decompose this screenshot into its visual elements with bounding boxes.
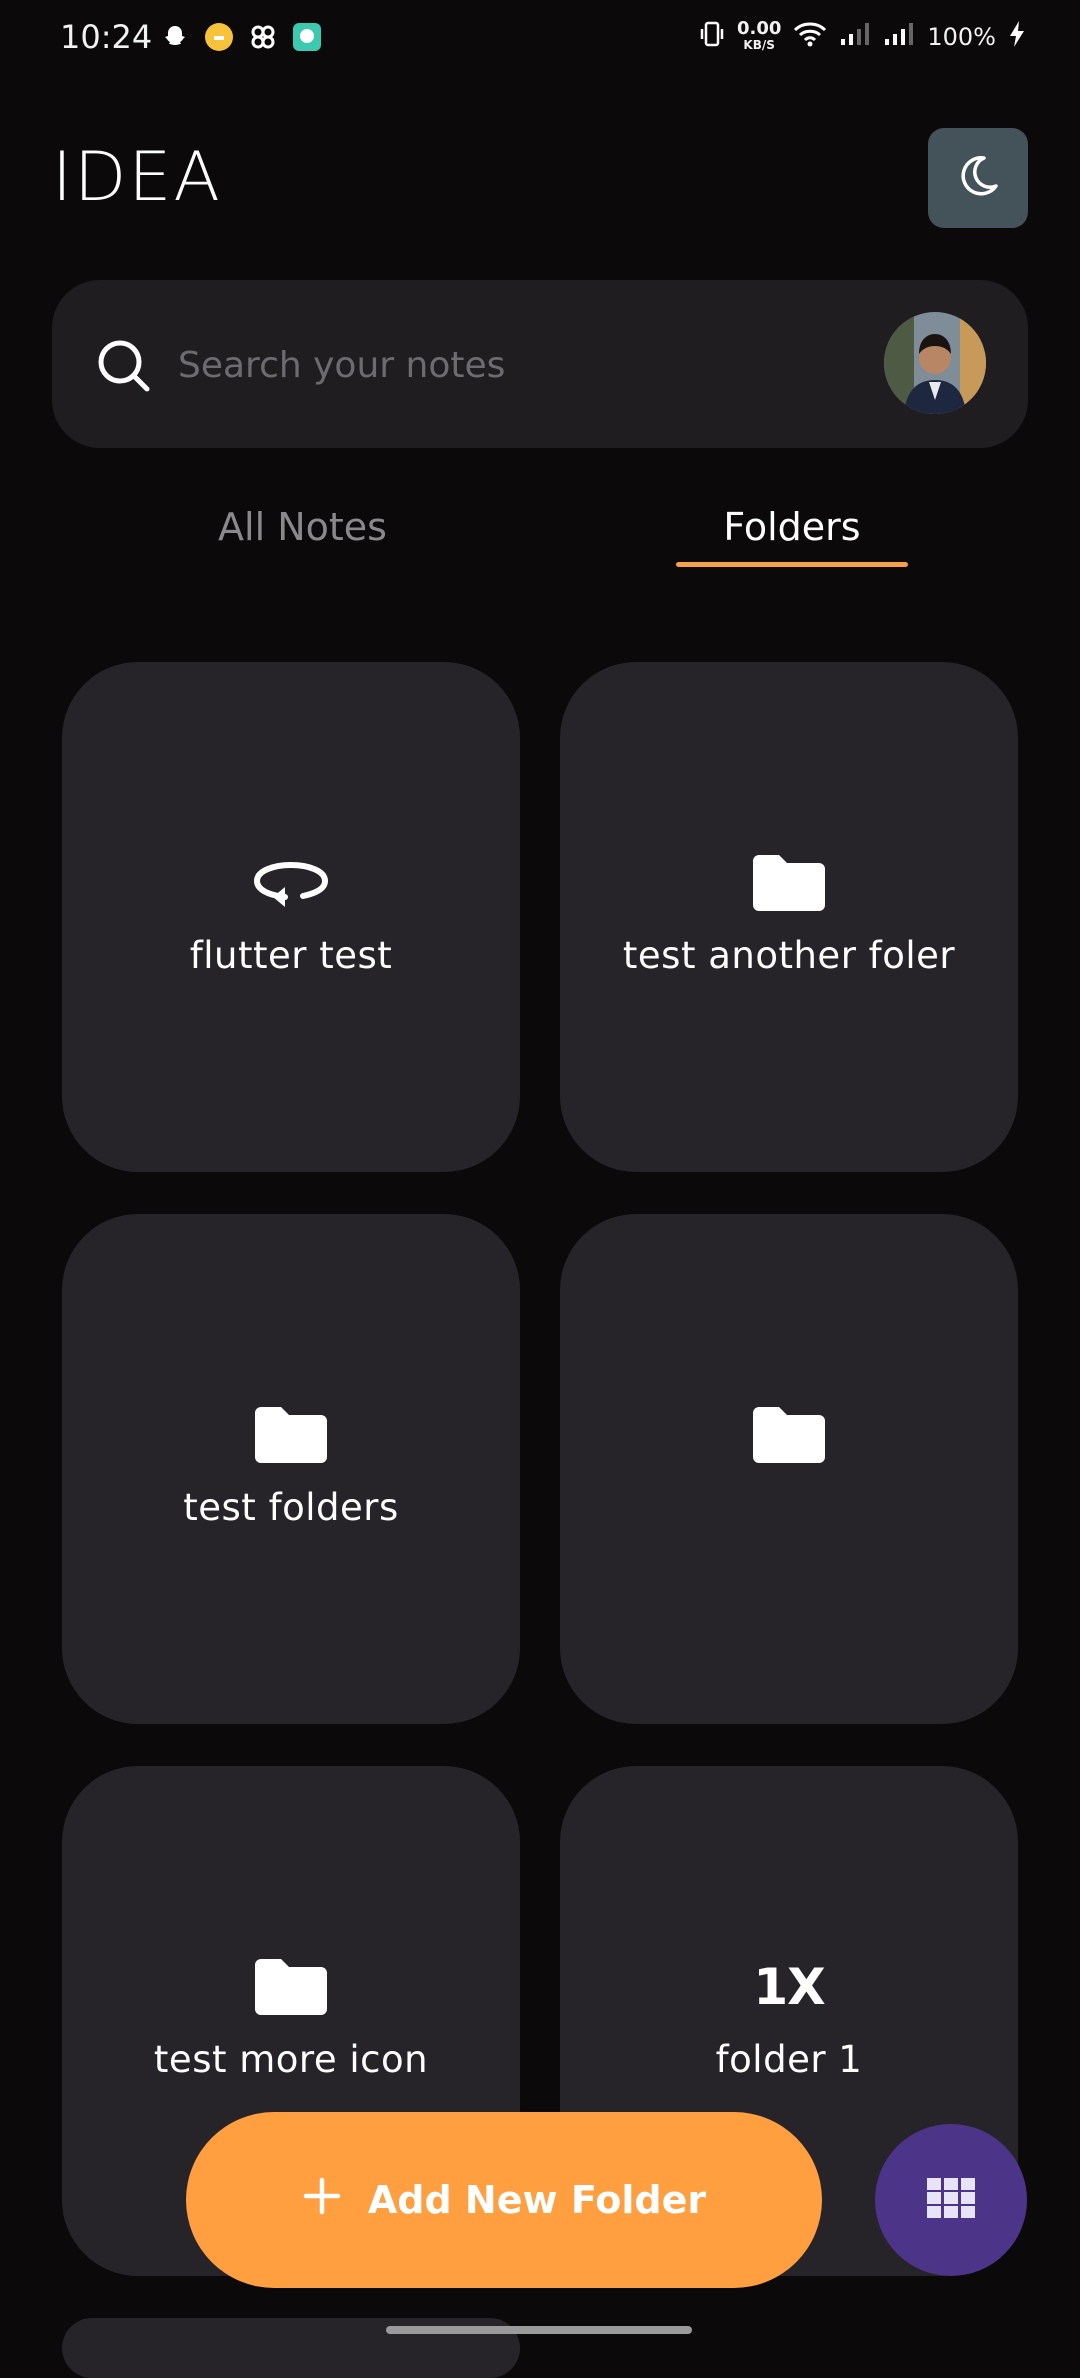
avatar[interactable] xyxy=(884,312,986,414)
folder-name: test another foler xyxy=(622,934,956,977)
folder-card[interactable]: test another foler xyxy=(560,662,1018,1172)
theme-toggle-button[interactable] xyxy=(928,128,1028,228)
search-icon xyxy=(96,338,152,398)
notification-icons xyxy=(160,22,322,52)
signal-icon-1 xyxy=(839,21,871,53)
search-bar[interactable] xyxy=(52,280,1028,448)
folder-icon xyxy=(560,1400,1018,1470)
system-status: 0.00 KB/S 100% xyxy=(699,20,1026,54)
active-tab-indicator xyxy=(676,562,908,567)
network-speed: 0.00 KB/S xyxy=(736,18,782,53)
signal-icon-2 xyxy=(883,21,915,53)
status-bar: 10:24 0.00 KB/S 100% xyxy=(0,0,1080,80)
charging-icon xyxy=(1008,20,1026,54)
1x-icon: 1X xyxy=(560,1952,1018,2022)
tab-folders[interactable]: Folders xyxy=(676,505,908,549)
folder-icon xyxy=(62,1952,520,2022)
folder-card[interactable]: flutter test xyxy=(62,662,520,1172)
app-title: IDEA xyxy=(52,138,222,217)
folder-name: flutter test xyxy=(189,934,393,977)
folder-name: test more icon xyxy=(153,2038,429,2081)
folder-icon xyxy=(62,1400,520,1470)
wifi-icon xyxy=(793,21,827,53)
add-new-folder-label: Add New Folder xyxy=(367,2178,707,2222)
snapchat-icon xyxy=(160,22,190,52)
1x-icon-text: 1X xyxy=(753,1958,825,2016)
folder-icon xyxy=(560,848,1018,918)
network-speed-value: 0.00 xyxy=(736,18,782,39)
layout-toggle-button[interactable] xyxy=(875,2124,1027,2276)
moon-icon xyxy=(954,152,1002,204)
plus-icon xyxy=(302,2176,342,2225)
folder-card[interactable] xyxy=(560,1214,1018,1724)
chat-app-icon xyxy=(292,22,322,52)
network-speed-unit: KB/S xyxy=(743,38,775,52)
rotate-icon xyxy=(62,848,520,918)
search-input[interactable] xyxy=(176,330,880,400)
vibrate-icon xyxy=(699,20,725,54)
battery-level: 100% xyxy=(927,23,996,51)
add-new-folder-button[interactable]: Add New Folder xyxy=(186,2112,822,2288)
download-icon xyxy=(204,22,234,52)
grid-icon xyxy=(927,2178,975,2222)
tab-all-notes[interactable]: All Notes xyxy=(170,505,435,549)
home-indicator[interactable] xyxy=(386,2326,692,2334)
folder-name: test folders xyxy=(183,1486,399,1529)
folder-name: folder 1 xyxy=(715,2038,863,2081)
pinwheel-icon xyxy=(248,22,278,52)
status-time: 10:24 xyxy=(60,18,153,56)
folder-card[interactable]: test folders xyxy=(62,1214,520,1724)
